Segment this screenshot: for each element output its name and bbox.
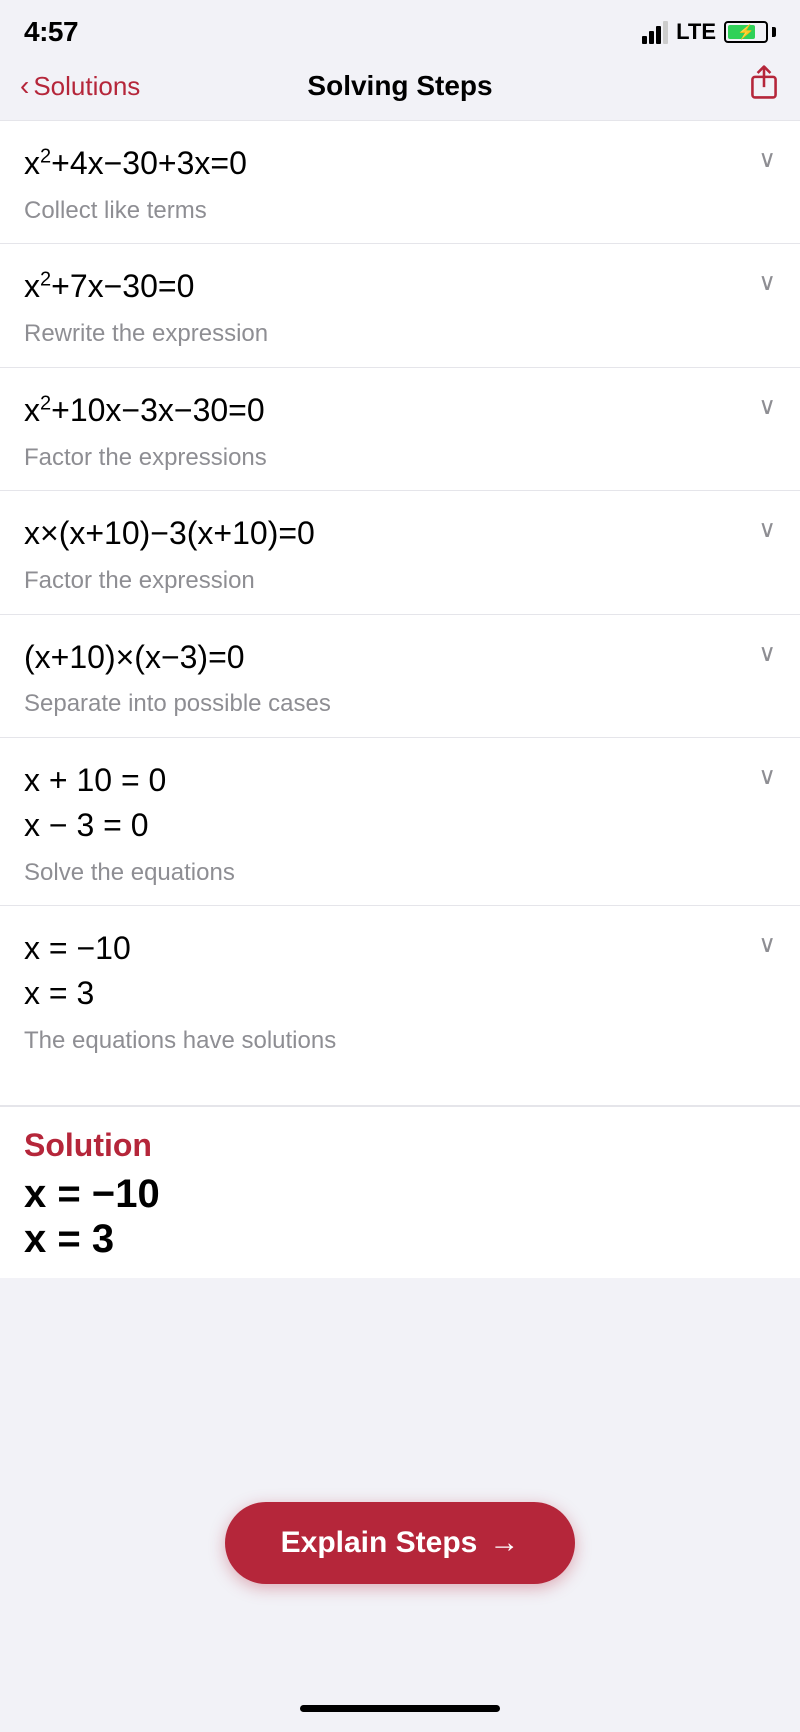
chevron-down-icon: ∨ — [758, 639, 776, 668]
chevron-left-icon: ‹ — [20, 70, 29, 102]
equation-line1: x + 10 = 0 — [24, 758, 728, 803]
step-description: Factor the expressions — [24, 441, 776, 475]
explain-steps-label: Explain Steps — [281, 1526, 478, 1560]
step-equation: x2+4x−30+3x=0 — [24, 141, 776, 186]
step-equation: x×(x+10)−3(x+10)=0 — [24, 511, 776, 556]
solution-line2: x = 3 — [24, 1217, 776, 1262]
page-title: Solving Steps — [307, 70, 492, 102]
equation-line1: x = −10 — [24, 926, 728, 971]
step-description: Separate into possible cases — [24, 687, 776, 721]
step-equation: x + 10 = 0 x − 3 = 0 — [24, 758, 776, 848]
nav-bar: ‹ Solutions Solving Steps — [0, 56, 800, 120]
arrow-right-icon: → — [489, 1526, 519, 1560]
equation-line2: x = 3 — [24, 971, 728, 1016]
step-description: Rewrite the expression — [24, 317, 776, 351]
step-row[interactable]: ∨ x2+7x−30=0 Rewrite the expression — [0, 244, 800, 367]
step-equation: x2+10x−3x−30=0 — [24, 388, 776, 433]
status-time: 4:57 — [24, 16, 78, 48]
step-row[interactable]: ∨ (x+10)×(x−3)=0 Separate into possible … — [0, 615, 800, 738]
solution-line1: x = −10 — [24, 1172, 776, 1217]
back-label: Solutions — [33, 71, 140, 102]
step-row[interactable]: ∨ x + 10 = 0 x − 3 = 0 Solve the equatio… — [0, 738, 800, 906]
step-description: Factor the expression — [24, 564, 776, 598]
step-description: The equations have solutions — [24, 1024, 776, 1058]
battery-icon: ⚡ — [724, 21, 776, 43]
home-indicator — [300, 1705, 500, 1712]
solution-content: x = −10 x = 3 — [24, 1172, 776, 1262]
step-description: Solve the equations — [24, 856, 776, 890]
chevron-down-icon: ∨ — [758, 268, 776, 297]
status-icons: LTE ⚡ — [642, 19, 776, 45]
chevron-down-icon: ∨ — [758, 930, 776, 959]
step-row[interactable]: ∨ x2+4x−30+3x=0 Collect like terms — [0, 121, 800, 244]
step-description: Collect like terms — [24, 194, 776, 228]
solution-label: Solution — [24, 1127, 776, 1164]
solution-section: Solution x = −10 x = 3 — [0, 1106, 800, 1278]
step-row[interactable]: ∨ x = −10 x = 3 The equations have solut… — [0, 906, 800, 1106]
explain-steps-container: Explain Steps → — [0, 1502, 800, 1584]
step-row[interactable]: ∨ x2+10x−3x−30=0 Factor the expressions — [0, 368, 800, 491]
back-button[interactable]: ‹ Solutions — [20, 70, 140, 102]
share-icon — [748, 64, 780, 100]
step-equation: x = −10 x = 3 — [24, 926, 776, 1016]
status-bar: 4:57 LTE ⚡ — [0, 0, 800, 56]
step-equation: (x+10)×(x−3)=0 — [24, 635, 776, 680]
steps-content: ∨ x2+4x−30+3x=0 Collect like terms ∨ x2+… — [0, 120, 800, 1106]
chevron-down-icon: ∨ — [758, 145, 776, 174]
explain-steps-button[interactable]: Explain Steps → — [225, 1502, 576, 1584]
equation-line2: x − 3 = 0 — [24, 803, 728, 848]
chevron-down-icon: ∨ — [758, 515, 776, 544]
chevron-down-icon: ∨ — [758, 762, 776, 791]
lte-label: LTE — [676, 19, 716, 45]
step-row[interactable]: ∨ x×(x+10)−3(x+10)=0 Factor the expressi… — [0, 491, 800, 614]
chevron-down-icon: ∨ — [758, 392, 776, 421]
charging-bolt-icon: ⚡ — [737, 24, 754, 41]
step-equation: x2+7x−30=0 — [24, 264, 776, 309]
share-button[interactable] — [748, 64, 780, 108]
signal-bars-icon — [642, 21, 668, 44]
